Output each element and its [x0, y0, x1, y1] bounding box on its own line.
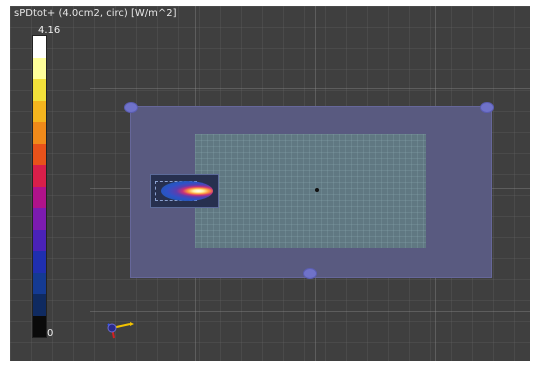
colorbar-max-label: 4.16 [38, 25, 61, 36]
origin-marker [315, 188, 319, 192]
colorbar-segment [33, 100, 46, 122]
colorbar-segment [33, 294, 46, 316]
colorbar-segment [33, 272, 46, 294]
3d-viewport[interactable]: sPDtot+ (4.0cm2, circ) [W/m^2] 4.16 0 [10, 6, 530, 361]
axis-gizmo-icon [107, 322, 134, 339]
resize-handle-top-left[interactable] [124, 102, 138, 113]
colorbar-segment [33, 79, 46, 101]
colorbar-min-label: 0 [47, 328, 54, 339]
colorbar-segment [33, 57, 46, 79]
resize-handle-top-right[interactable] [480, 102, 494, 113]
colorbar-segment [33, 186, 46, 208]
colorbar-legend [32, 35, 47, 338]
colorbar-segment [33, 122, 46, 144]
resize-handle-bottom[interactable] [303, 268, 317, 279]
quantity-title: sPDtot+ (4.0cm2, circ) [W/m^2] [14, 8, 177, 19]
power-density-hotspot [161, 181, 213, 201]
colorbar-segment [33, 208, 46, 230]
peak-region-box[interactable] [150, 174, 219, 208]
colorbar-segment [33, 229, 46, 251]
colorbar-segment [33, 315, 46, 337]
colorbar-segment [33, 36, 46, 58]
colorbar-segment [33, 143, 46, 165]
colorbar-segment [33, 165, 46, 187]
evaluation-surface[interactable] [195, 134, 426, 248]
colorbar-segment [33, 251, 46, 273]
